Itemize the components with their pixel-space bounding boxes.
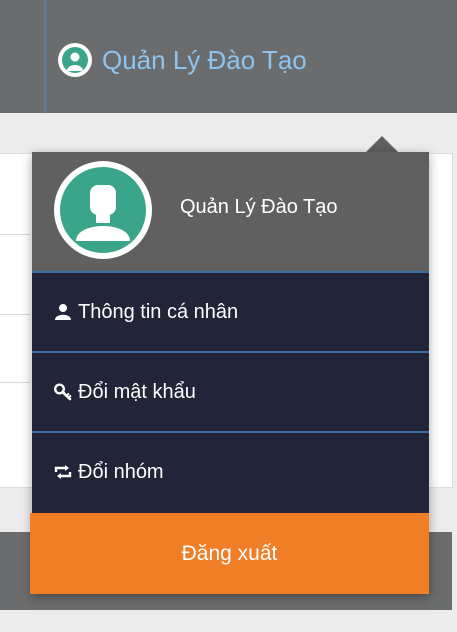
logout-label: Đăng xuất (181, 541, 278, 565)
menu-item-change-group[interactable]: Đổi nhóm (32, 431, 429, 511)
menu-item-change-password[interactable]: Đổi mật khẩu (32, 351, 429, 431)
dropdown-user-header: Quản Lý Đào Tạo (32, 152, 429, 271)
user-menu-toggle[interactable]: Quản Lý Đào Tạo (58, 38, 307, 82)
top-navbar: Quản Lý Đào Tạo (0, 0, 457, 113)
menu-item-label: Đổi mật khẩu (78, 380, 196, 403)
menu-item-profile[interactable]: Thông tin cá nhân (32, 271, 429, 351)
dropdown-user-name: Quản Lý Đào Tạo (180, 196, 338, 218)
user-dropdown-menu: Quản Lý Đào Tạo Thông tin cá nhân Đổi mậ… (30, 152, 429, 594)
user-icon (54, 303, 72, 321)
swap-icon (54, 463, 72, 481)
navbar-divider (44, 0, 46, 113)
logout-button[interactable]: Đăng xuất (30, 513, 429, 594)
background-divider (0, 314, 30, 315)
menu-item-label: Đổi nhóm (78, 460, 164, 483)
menu-item-label: Thông tin cá nhân (78, 300, 239, 323)
key-icon (53, 383, 72, 401)
background-divider (0, 382, 30, 383)
user-avatar-icon (54, 161, 152, 259)
background-divider (0, 234, 30, 235)
dropdown-caret (365, 136, 399, 153)
user-menu-label: Quản Lý Đào Tạo (102, 44, 307, 75)
user-avatar-icon (58, 43, 92, 77)
